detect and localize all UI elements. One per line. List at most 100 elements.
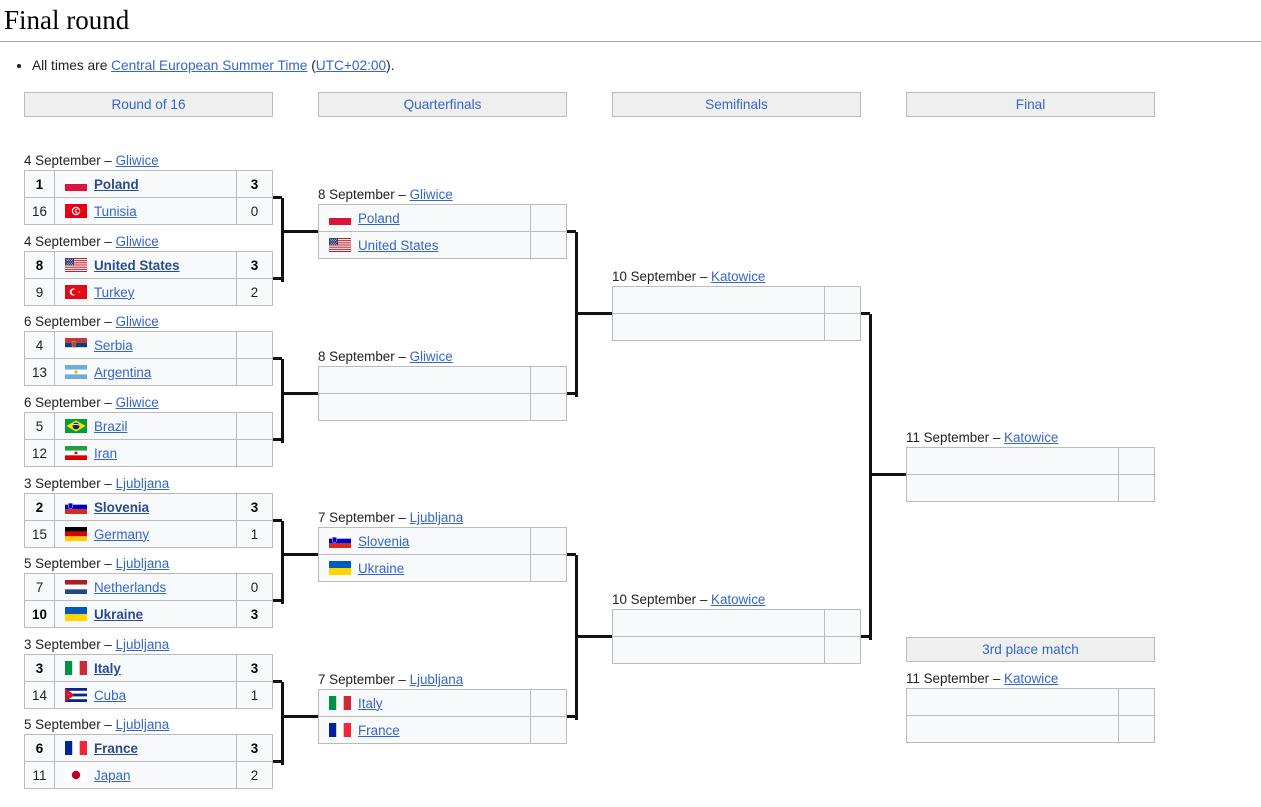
seed-cell: 13 (25, 359, 55, 385)
team-name-link[interactable]: Italy (358, 696, 383, 711)
match-row[interactable]: 9 Turkey 2 (25, 278, 272, 305)
match-venue-link[interactable]: Gliwice (116, 395, 159, 410)
match-venue-link[interactable]: Ljubljana (410, 510, 464, 525)
conn-r16-qf1-feed (282, 230, 318, 233)
match-row[interactable]: 8 United States 3 (25, 252, 272, 279)
cuba-flag (65, 688, 87, 703)
match-row[interactable]: 3 Italy 3 (25, 655, 272, 682)
round-header-2[interactable]: Quarterfinals (318, 92, 567, 117)
team-name-link[interactable]: Cuba (94, 688, 126, 703)
qf-match-3-caption: 7 September – Ljubljana (318, 511, 463, 524)
team-name-link[interactable]: Slovenia (358, 534, 409, 549)
match-date: 4 September (24, 234, 101, 249)
team-name-link[interactable]: United States (94, 258, 180, 273)
seed-cell: 7 (25, 574, 55, 601)
match-row[interactable]: 4 Serbia (25, 332, 272, 359)
match-date: 10 September (612, 269, 697, 284)
team-cell: France (55, 735, 236, 761)
match-row[interactable]: Ukraine (319, 554, 566, 581)
team-name-link[interactable]: Argentina (94, 365, 151, 380)
match-row[interactable] (907, 448, 1154, 475)
match-venue-link[interactable]: Gliwice (116, 153, 159, 168)
round-header-3[interactable]: Semifinals (612, 92, 861, 117)
conn-r16-qf1-spine (280, 197, 284, 282)
match-row[interactable]: 10 Ukraine 3 (25, 600, 272, 627)
team-name-link[interactable]: Serbia (94, 338, 133, 353)
round-header-4[interactable]: Final (906, 92, 1155, 117)
match-row[interactable]: 14 Cuba 1 (25, 681, 272, 708)
match-venue-link[interactable]: Gliwice (116, 234, 159, 249)
seed-cell: 5 (25, 413, 55, 440)
match-row[interactable]: 6 France 3 (25, 735, 272, 762)
team-cell: Ukraine (319, 555, 530, 581)
team-name-link[interactable]: Slovenia (94, 500, 149, 515)
match-row[interactable]: 7 Netherlands 0 (25, 574, 272, 601)
match-date-sep: – (100, 314, 116, 329)
team-name-link[interactable]: United States (358, 238, 438, 253)
qf-match-3: Slovenia Ukraine (318, 527, 567, 582)
match-row[interactable] (907, 474, 1154, 501)
qf-match-4: Italy France (318, 689, 567, 744)
seed-cell: 12 (25, 440, 55, 466)
match-row[interactable]: 5 Brazil (25, 413, 272, 440)
match-venue-link[interactable]: Ljubljana (116, 476, 170, 491)
team-name-link[interactable]: Italy (94, 661, 121, 676)
match-row[interactable] (613, 313, 860, 340)
match-row[interactable]: 16 Tunisia 0 (25, 197, 272, 224)
team-cell (907, 716, 1118, 742)
match-venue-link[interactable]: Gliwice (410, 349, 453, 364)
match-row[interactable]: 2 Slovenia 3 (25, 494, 272, 521)
match-row[interactable]: Slovenia (319, 528, 566, 555)
match-venue-link[interactable]: Ljubljana (410, 672, 464, 687)
ukraine-flag (65, 607, 87, 622)
match-row[interactable]: France (319, 716, 566, 743)
third-place-match (906, 688, 1155, 743)
score-cell: 0 (236, 574, 272, 601)
match-row[interactable] (613, 287, 860, 314)
match-venue-link[interactable]: Gliwice (410, 187, 453, 202)
match-row[interactable] (907, 715, 1154, 742)
match-row[interactable]: 11 Japan 2 (25, 761, 272, 788)
team-name-link[interactable]: Germany (94, 527, 149, 542)
argentina-flag (65, 365, 87, 380)
team-name-link[interactable]: Iran (94, 446, 117, 461)
team-name-link[interactable]: Japan (94, 768, 130, 783)
match-row[interactable] (319, 393, 566, 420)
match-date: 6 September (24, 314, 101, 329)
match-row[interactable] (319, 367, 566, 394)
team-name-link[interactable]: Tunisia (94, 204, 137, 219)
match-venue-link[interactable]: Katowice (711, 269, 765, 284)
team-name-link[interactable]: Poland (94, 177, 139, 192)
match-row[interactable]: 1 Poland 3 (25, 171, 272, 198)
team-name-link[interactable]: Ukraine (358, 561, 404, 576)
germany-flag (65, 527, 87, 542)
match-venue-link[interactable]: Katowice (1004, 430, 1058, 445)
match-row[interactable]: Poland (319, 205, 566, 232)
match-row[interactable]: United States (319, 231, 566, 258)
round-header-1[interactable]: Round of 16 (24, 92, 273, 117)
match-row[interactable] (907, 689, 1154, 716)
match-venue-link[interactable]: Ljubljana (116, 717, 170, 732)
team-name-link[interactable]: France (358, 723, 400, 738)
match-row[interactable]: Italy (319, 690, 566, 717)
team-name-link[interactable]: Brazil (94, 419, 127, 434)
match-venue-link[interactable]: Ljubljana (116, 637, 170, 652)
team-name-link[interactable]: France (94, 741, 138, 756)
match-row[interactable] (613, 610, 860, 637)
team-name-link[interactable]: Netherlands (94, 580, 166, 595)
match-row[interactable] (613, 636, 860, 663)
match-venue-link[interactable]: Katowice (711, 592, 765, 607)
match-row[interactable]: 12 Iran (25, 439, 272, 466)
qf-match-2-caption: 8 September – Gliwice (318, 350, 453, 363)
team-name-link[interactable]: Poland (358, 211, 400, 226)
team-name-link[interactable]: Turkey (94, 285, 134, 300)
match-venue-link[interactable]: Gliwice (116, 314, 159, 329)
match-row[interactable]: 13 Argentina (25, 358, 272, 385)
team-name-link[interactable]: Ukraine (94, 607, 143, 622)
score-cell (530, 528, 566, 555)
match-row[interactable]: 15 Germany 1 (25, 520, 272, 547)
match-venue-link[interactable]: Ljubljana (116, 556, 170, 571)
match-venue-link[interactable]: Katowice (1004, 671, 1058, 686)
match-date-sep: – (394, 672, 410, 687)
third-place-header[interactable]: 3rd place match (906, 637, 1155, 662)
